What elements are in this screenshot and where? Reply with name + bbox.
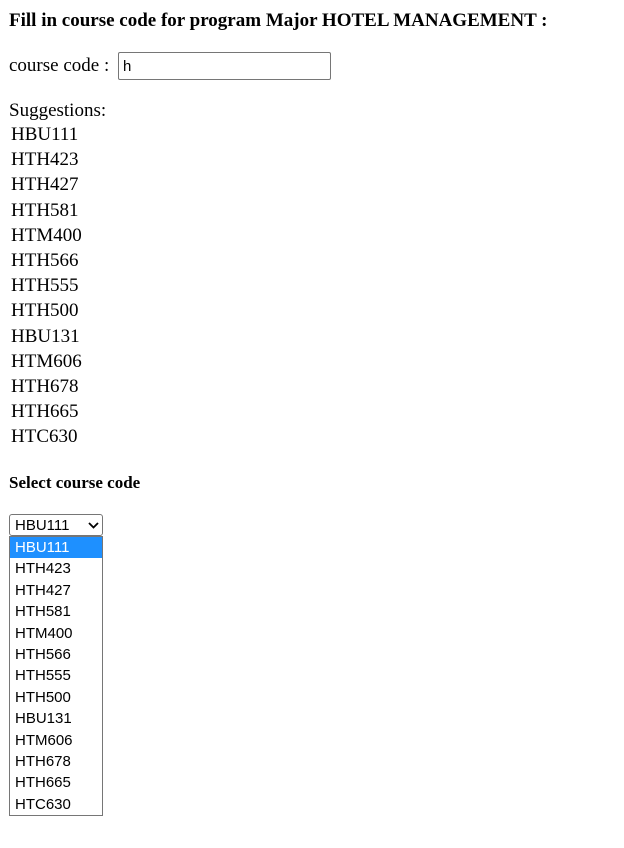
page-heading: Fill in course code for program Major HO… — [9, 10, 548, 31]
select-option[interactable]: HTH678 — [10, 751, 102, 772]
select-value: HBU111 — [15, 516, 70, 534]
suggestion-item: HTH500 — [11, 300, 79, 322]
select-option[interactable]: HTH500 — [10, 687, 102, 708]
suggestion-item: HBU131 — [11, 325, 80, 347]
suggestion-item: HTM400 — [11, 224, 82, 246]
select-option[interactable]: HTH555 — [10, 665, 102, 686]
select-option[interactable]: HTC630 — [10, 794, 102, 815]
suggestion-item: HTH581 — [11, 199, 79, 221]
suggestion-item: HTC630 — [11, 426, 78, 448]
course-code-select[interactable]: HBU111 — [9, 514, 103, 536]
suggestions-title: Suggestions: — [9, 100, 107, 121]
suggestion-item: HTH555 — [11, 275, 79, 297]
select-course-heading: Select course code — [9, 473, 141, 492]
select-option[interactable]: HTH665 — [10, 772, 102, 793]
suggestions-list: HBU111 HTH423 HTH427 HTH581 HTM400 HTH56… — [11, 122, 82, 449]
suggestion-item: HTH665 — [11, 401, 79, 423]
course-code-label: course code : — [9, 55, 114, 76]
select-option[interactable]: HTM400 — [10, 623, 102, 644]
course-code-input[interactable] — [117, 52, 331, 80]
chevron-down-icon — [84, 521, 102, 529]
suggestion-item: HTH566 — [11, 249, 79, 271]
select-option[interactable]: HBU111 — [10, 537, 102, 559]
suggestion-item: HTM606 — [11, 350, 82, 372]
select-option[interactable]: HTH566 — [10, 644, 102, 665]
select-option[interactable]: HTH581 — [10, 601, 102, 622]
select-option[interactable]: HTM606 — [10, 730, 102, 751]
select-dropdown-list: HBU111 HTH423 HTH427 HTH581 HTM400 HTH56… — [9, 536, 103, 817]
suggestion-item: HTH678 — [11, 375, 79, 397]
suggestion-item: HTH427 — [11, 174, 79, 196]
suggestion-item: HBU111 — [11, 124, 79, 145]
course-code-row: course code : — [9, 52, 331, 80]
select-option[interactable]: HTH423 — [10, 558, 102, 579]
select-option[interactable]: HBU131 — [10, 708, 102, 729]
suggestion-item: HTH423 — [11, 149, 79, 171]
select-option[interactable]: HTH427 — [10, 580, 102, 601]
